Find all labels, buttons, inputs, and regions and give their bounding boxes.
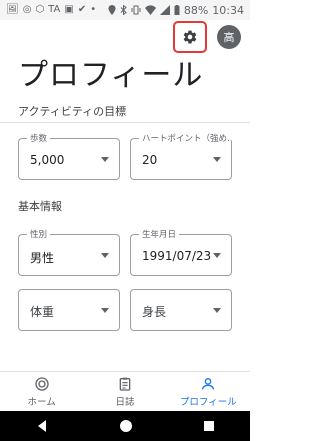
chevron-down-icon <box>213 253 221 258</box>
weight-placeholder: 体重 <box>30 305 55 319</box>
divider <box>0 122 250 123</box>
home-button-icon[interactable] <box>119 419 133 433</box>
nav-item-journal[interactable]: 日誌 <box>83 372 166 412</box>
heart-points-label: ハートポイント（強め… <box>139 132 231 144</box>
nav-label-profile: プロフィール <box>179 397 237 408</box>
battery-icon <box>174 5 180 15</box>
heart-points-dropdown[interactable]: ハートポイント（強め… 20 <box>130 132 232 180</box>
nav-label-home: ホーム <box>27 397 56 408</box>
steps-value: 5,000 <box>30 153 65 167</box>
height-dropdown[interactable]: 身長 <box>130 289 232 331</box>
birthday-dropdown[interactable]: 生年月日 1991/07/23 <box>130 228 232 276</box>
birthday-label: 生年月日 <box>139 228 180 240</box>
birthday-value: 1991/07/23 <box>142 249 212 263</box>
profile-icon <box>202 378 215 390</box>
recents-icon[interactable] <box>203 420 215 432</box>
ta-icon: TA <box>48 4 61 15</box>
notification-icon: ▣ <box>64 4 74 15</box>
clock: 10:34 <box>212 3 244 17</box>
gender-value: 男性 <box>30 251 55 265</box>
avatar[interactable]: 高 <box>217 25 241 49</box>
nav-item-profile[interactable]: プロフィール <box>167 372 250 412</box>
gear-icon <box>183 30 197 44</box>
chevron-down-icon <box>101 253 109 258</box>
shield-icon: ⬡ <box>35 4 45 15</box>
wifi-icon <box>144 5 156 15</box>
photo-icon: 🖼 <box>6 4 19 15</box>
steps-label: 歩数 <box>27 132 51 144</box>
chevron-down-icon <box>213 157 221 162</box>
location-icon <box>108 5 116 15</box>
steps-dropdown[interactable]: 歩数 5,000 <box>18 132 120 180</box>
home-icon <box>34 377 49 391</box>
heart-points-value: 20 <box>142 153 158 167</box>
dot-icon: • <box>90 4 97 15</box>
chevron-down-icon <box>101 157 109 162</box>
bottom-navigation: ホーム 日誌 プロフィール <box>0 371 250 412</box>
chevron-down-icon <box>213 308 221 313</box>
status-bar: 🖼 ◎ ⬡ TA ▣ ✔ • 88% 10:34 <box>0 0 250 20</box>
weight-dropdown[interactable]: 体重 <box>18 289 120 331</box>
nav-item-home[interactable]: ホーム <box>0 372 83 412</box>
page-title: プロフィール <box>18 58 204 93</box>
section-title-basic: 基本情報 <box>18 200 62 213</box>
status-left-icons: 🖼 ◎ ⬡ TA ▣ ✔ • <box>6 5 96 15</box>
chevron-down-icon <box>101 308 109 313</box>
status-right: 88% 10:34 <box>108 4 244 17</box>
battery-percent: 88% <box>183 3 209 17</box>
instagram-icon: ◎ <box>22 4 32 15</box>
gender-dropdown[interactable]: 性別 男性 <box>18 228 120 276</box>
bluetooth-icon <box>120 5 127 15</box>
height-placeholder: 身長 <box>142 305 167 319</box>
section-title-activity: アクティビティの目標 <box>18 105 127 118</box>
back-icon[interactable] <box>35 419 49 433</box>
nav-label-journal: 日誌 <box>115 397 135 408</box>
gender-label: 性別 <box>27 228 51 240</box>
settings-button[interactable] <box>173 21 207 53</box>
vibrate-icon <box>131 5 141 15</box>
journal-icon <box>119 377 131 391</box>
system-nav-bar <box>0 411 250 441</box>
signal-icon <box>159 5 170 15</box>
check-icon: ✔ <box>77 4 87 15</box>
